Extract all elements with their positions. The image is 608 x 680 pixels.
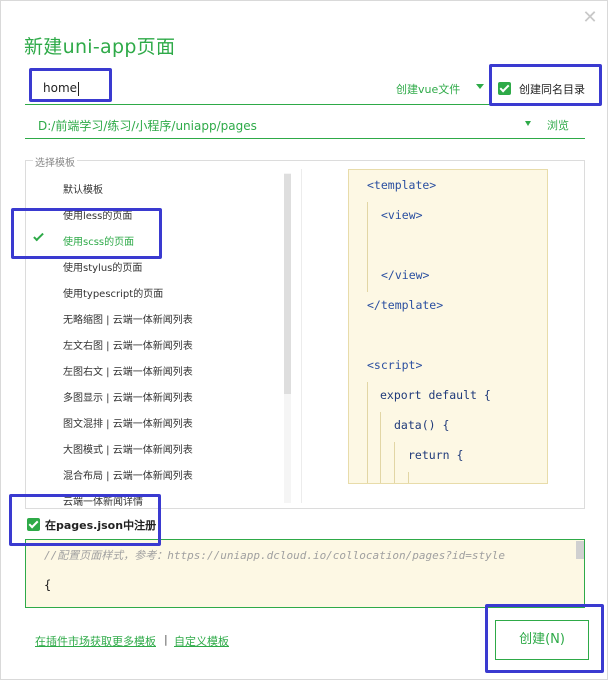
template-list-scroll-thumb[interactable] bbox=[284, 174, 291, 394]
pages-json-style-editor[interactable]: //配置页面样式，参考：https://uniapp.dcloud.io/col… bbox=[25, 539, 585, 608]
close-icon[interactable]: ✕ bbox=[581, 9, 599, 27]
code-line: data() { bbox=[394, 418, 450, 432]
plugin-market-link[interactable]: 在插件市场获取更多模板 bbox=[35, 633, 156, 649]
annotation-box bbox=[9, 494, 161, 546]
code-line: </template> bbox=[367, 298, 444, 312]
path-row: D:/前端学习/练习/小程序/uniapp/pages 浏览 bbox=[25, 111, 585, 139]
template-item-news-mixed[interactable]: 图文混排 | 云端一体新闻列表 bbox=[33, 409, 273, 433]
template-item-label: 图文混排 | 云端一体新闻列表 bbox=[63, 419, 193, 430]
chevron-down-icon[interactable] bbox=[476, 84, 484, 89]
dialog-title: 新建uni-app页面 bbox=[24, 36, 176, 58]
template-item-label: 使用stylus的页面 bbox=[63, 263, 143, 274]
link-separator: | bbox=[164, 633, 168, 646]
template-group-caption: 选择模板 bbox=[33, 154, 77, 169]
code-line: <script> bbox=[367, 358, 423, 372]
code-line: <view> bbox=[381, 208, 423, 222]
template-item-label: 使用typescript的页面 bbox=[63, 289, 164, 300]
code-line: </view> bbox=[381, 268, 430, 282]
path-select[interactable]: D:/前端学习/练习/小程序/uniapp/pages bbox=[38, 117, 257, 134]
template-item-news-text-left[interactable]: 左文右图 | 云端一体新闻列表 bbox=[33, 331, 273, 355]
template-item-label: 大图模式 | 云端一体新闻列表 bbox=[63, 445, 193, 456]
file-type-select[interactable]: 创建vue文件 bbox=[396, 81, 460, 97]
indent-guide bbox=[394, 442, 395, 483]
indent-guide bbox=[367, 202, 368, 292]
template-item-typescript[interactable]: 使用typescript的页面 bbox=[33, 279, 273, 303]
template-item-news-multi-image[interactable]: 多图显示 | 云端一体新闻列表 bbox=[33, 383, 273, 407]
template-item-label: 左文右图 | 云端一体新闻列表 bbox=[63, 341, 193, 352]
json-open-brace: { bbox=[44, 578, 52, 592]
divider bbox=[301, 169, 302, 503]
template-item-default[interactable]: 默认模板 bbox=[33, 175, 273, 199]
template-item-news-large-image[interactable]: 大图模式 | 云端一体新闻列表 bbox=[33, 435, 273, 459]
template-item-label: 混合布局 | 云端一体新闻列表 bbox=[63, 471, 193, 482]
template-preview: <template> <view> </view> </template> <s… bbox=[348, 169, 548, 484]
annotation-box bbox=[485, 604, 604, 673]
template-item-news-hybrid[interactable]: 混合布局 | 云端一体新闻列表 bbox=[33, 461, 273, 485]
custom-template-link[interactable]: 自定义模板 bbox=[174, 633, 229, 649]
chevron-down-icon[interactable] bbox=[525, 121, 531, 126]
template-item-label: 左图右文 | 云端一体新闻列表 bbox=[63, 367, 193, 378]
annotation-box bbox=[29, 68, 112, 102]
indent-guide bbox=[408, 472, 409, 483]
template-item-label: 无略缩图 | 云端一体新闻列表 bbox=[63, 315, 193, 326]
template-item-news-image-left[interactable]: 左图右文 | 云端一体新闻列表 bbox=[33, 357, 273, 381]
json-comment-line: //配置页面样式，参考：https://uniapp.dcloud.io/col… bbox=[44, 549, 505, 562]
new-page-dialog: 新建uni-app页面 ✕ home 创建vue文件 创建同名目录 D:/前端学… bbox=[0, 0, 608, 680]
annotation-box bbox=[489, 64, 602, 106]
code-line: <template> bbox=[367, 178, 437, 192]
code-line: export default { bbox=[380, 388, 491, 402]
template-item-label: 默认模板 bbox=[63, 185, 103, 196]
browse-button[interactable]: 浏览 bbox=[547, 117, 569, 133]
indent-guide bbox=[367, 382, 368, 483]
code-line: return { bbox=[408, 448, 464, 462]
template-item-label: 多图显示 | 云端一体新闻列表 bbox=[63, 393, 193, 404]
template-item-news-no-thumb[interactable]: 无略缩图 | 云端一体新闻列表 bbox=[33, 305, 273, 329]
json-editor-scrollbar[interactable] bbox=[576, 541, 584, 559]
annotation-box bbox=[11, 208, 162, 259]
indent-guide bbox=[380, 412, 381, 483]
